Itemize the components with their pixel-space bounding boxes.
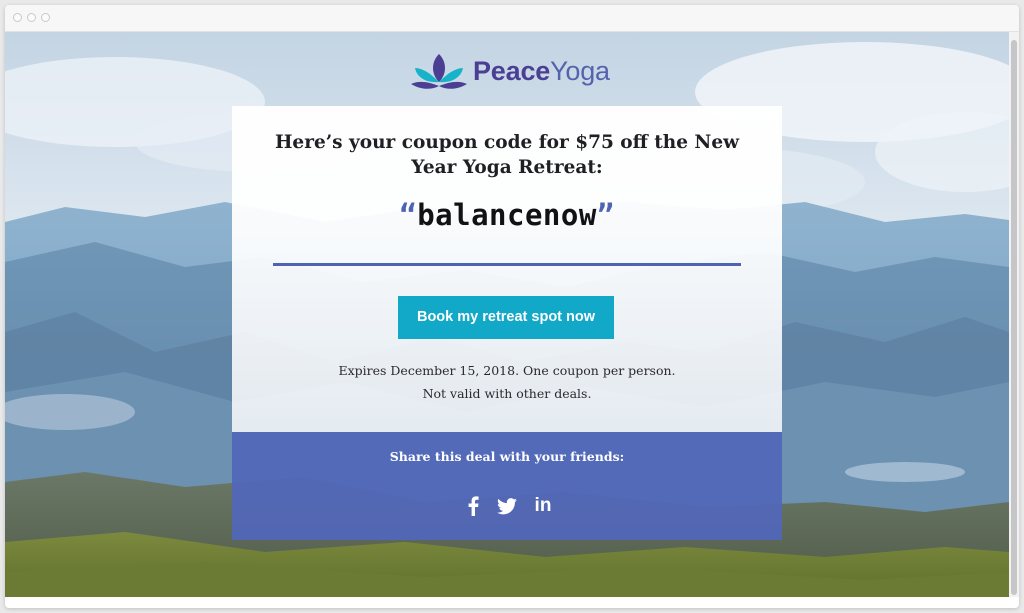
scrollbar-thumb[interactable] bbox=[1011, 40, 1017, 595]
close-window-button[interactable] bbox=[13, 13, 22, 22]
logo-word-yoga: Yoga bbox=[550, 56, 610, 86]
logo-word-peace: Peace bbox=[473, 56, 551, 86]
window-titlebar bbox=[5, 5, 1019, 32]
twitter-icon[interactable] bbox=[496, 495, 518, 517]
terms-line-1: Expires December 15, 2018. One coupon pe… bbox=[338, 363, 676, 378]
share-panel: Share this deal with your friends: in bbox=[232, 432, 782, 540]
divider bbox=[273, 263, 741, 266]
terms-line-2: Not valid with other deals. bbox=[422, 386, 592, 401]
coupon-headline: Here’s your coupon code for $75 off the … bbox=[274, 132, 740, 178]
coupon-card: Here’s your coupon code for $75 off the … bbox=[232, 106, 782, 540]
linkedin-glyph: in bbox=[534, 495, 552, 516]
coupon-code-text: balancenow bbox=[417, 198, 597, 232]
linkedin-icon[interactable]: in bbox=[532, 495, 554, 517]
lotus-icon bbox=[411, 54, 467, 89]
close-quote: ” bbox=[596, 198, 615, 232]
vertical-scrollbar[interactable] bbox=[1009, 32, 1019, 597]
facebook-icon[interactable] bbox=[462, 495, 484, 517]
minimize-window-button[interactable] bbox=[27, 13, 36, 22]
open-quote: “ bbox=[399, 198, 418, 232]
browser-window: PeaceYoga Here’s your coupon code for $7… bbox=[5, 5, 1019, 608]
page-viewport: PeaceYoga Here’s your coupon code for $7… bbox=[5, 32, 1009, 597]
coupon-code: “balancenow” bbox=[232, 198, 782, 232]
maximize-window-button[interactable] bbox=[41, 13, 50, 22]
logo-wordmark: PeaceYoga bbox=[473, 54, 610, 88]
book-retreat-button[interactable]: Book my retreat spot now bbox=[398, 296, 614, 339]
peaceyoga-logo[interactable]: PeaceYoga bbox=[409, 50, 619, 92]
coupon-panel: Here’s your coupon code for $75 off the … bbox=[232, 106, 782, 432]
share-label: Share this deal with your friends: bbox=[389, 449, 625, 464]
